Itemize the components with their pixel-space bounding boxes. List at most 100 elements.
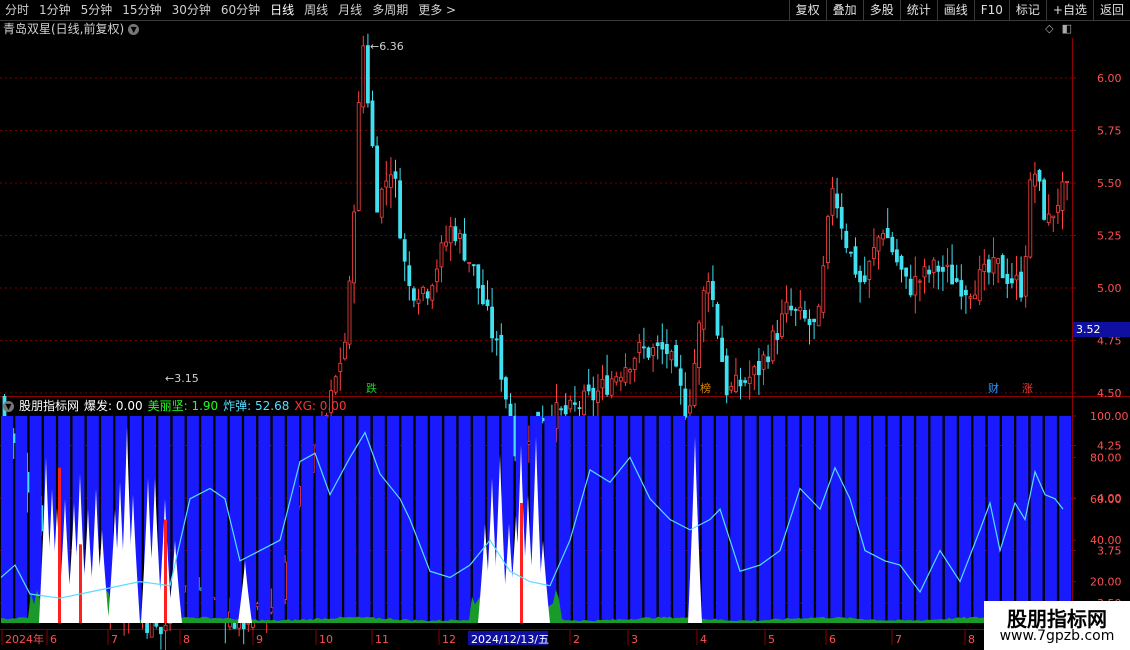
xg-signal-bar	[79, 544, 82, 623]
candle-body	[1033, 173, 1037, 187]
candle-body	[688, 405, 692, 414]
stock-chart[interactable]: 6.005.755.505.255.004.754.504.254.003.75…	[0, 0, 1130, 650]
candle-body	[462, 233, 467, 261]
candle-body	[425, 291, 430, 299]
indicator-blue-bar	[558, 416, 571, 623]
time-axis-label: 10	[319, 633, 333, 646]
indicator-tick-label: 80.00	[1090, 451, 1122, 464]
candle-body	[927, 269, 931, 275]
candle-body	[559, 408, 563, 411]
candle-body	[775, 333, 780, 340]
candle-body	[646, 347, 651, 358]
indicator-blue-bar	[701, 416, 714, 623]
low-price-label: ←3.15	[165, 372, 199, 385]
candle-body	[1014, 274, 1019, 281]
candle-body	[770, 330, 775, 362]
indicator-blue-bar	[301, 416, 314, 623]
candle-body	[375, 145, 380, 213]
event-marker: 涨	[1022, 382, 1033, 395]
indicator-blue-bar	[15, 416, 28, 623]
candle-body	[361, 45, 366, 108]
indicator-name: 股朋指标网	[19, 399, 80, 413]
candle-body	[738, 379, 743, 387]
candle-body	[973, 294, 977, 300]
candle-body	[467, 262, 472, 264]
candle-body	[908, 278, 913, 296]
candle-body	[1028, 179, 1033, 258]
chevron-down-icon[interactable]: ▼	[3, 400, 14, 412]
candle-body	[761, 354, 766, 370]
indicator-blue-bar	[716, 416, 728, 623]
indicator-blue-bar	[215, 416, 228, 623]
indicator-tick-label: 20.00	[1090, 576, 1122, 589]
candle-body	[605, 375, 609, 395]
indicator-blue-bar	[458, 416, 471, 623]
candle-body	[527, 440, 531, 445]
candle-body	[480, 284, 485, 305]
candle-body	[766, 356, 770, 363]
candle-body	[692, 362, 697, 406]
candle-body	[674, 345, 678, 367]
candle-body	[743, 380, 747, 383]
candle-body	[1060, 181, 1065, 211]
candle-body	[899, 255, 904, 270]
time-axis-label: 8	[968, 633, 975, 646]
candle-body	[499, 334, 504, 380]
candle-body	[1010, 278, 1014, 284]
candle-body	[881, 233, 885, 240]
indicator-blue-bar	[372, 416, 385, 623]
indicator-blue-bar	[415, 416, 428, 623]
candle-body	[839, 206, 844, 229]
candle-body	[724, 355, 729, 396]
candle-body	[490, 306, 495, 339]
candle-body	[816, 305, 821, 327]
candle-body	[379, 188, 384, 218]
candle-body	[964, 289, 968, 296]
candle-body	[407, 265, 412, 286]
candle-body	[416, 298, 421, 304]
indicator-blue-bar	[658, 416, 671, 623]
candle-body	[835, 193, 839, 209]
candle-body	[402, 239, 407, 262]
candle-body	[922, 266, 927, 278]
candle-body	[913, 276, 918, 296]
candle-body	[338, 362, 343, 372]
candle-body	[780, 313, 784, 337]
candle-body	[697, 322, 701, 368]
time-axis-label: 7	[895, 633, 902, 646]
indicator-blue-bar	[830, 416, 843, 623]
indicator-blue-bar	[944, 416, 957, 623]
candle-body	[154, 622, 159, 627]
indicator-blue-bar	[186, 416, 199, 623]
candle-body	[665, 343, 669, 355]
candle-body	[936, 265, 941, 272]
candle-body	[660, 342, 665, 350]
candle-body	[609, 378, 614, 396]
candle-body	[1042, 179, 1046, 220]
selected-date-label: 2024/12/13/五	[471, 633, 549, 646]
candle-body	[1005, 273, 1010, 284]
candle-body	[885, 227, 890, 239]
candle-body	[734, 374, 738, 393]
candle-body	[826, 216, 830, 263]
candle-body	[987, 259, 991, 273]
candle-body	[342, 341, 347, 360]
time-axis-label: 9	[256, 633, 263, 646]
candle-body	[573, 402, 577, 405]
candle-body	[411, 288, 416, 301]
indicator-blue-bar	[859, 416, 871, 623]
indicator-blue-bar	[773, 416, 786, 623]
candle-body	[711, 281, 715, 301]
candle-body	[365, 45, 370, 104]
candle-body	[867, 260, 872, 280]
candle-body	[1000, 255, 1005, 279]
indicator-blue-bar	[887, 416, 900, 623]
candle-body	[1037, 169, 1042, 182]
candle-body	[577, 407, 582, 409]
candle-body	[485, 299, 490, 307]
candle-body	[444, 241, 449, 247]
candle-body	[982, 263, 987, 272]
candle-body	[904, 267, 908, 277]
candle-body	[384, 180, 389, 188]
candle-body	[830, 187, 835, 216]
